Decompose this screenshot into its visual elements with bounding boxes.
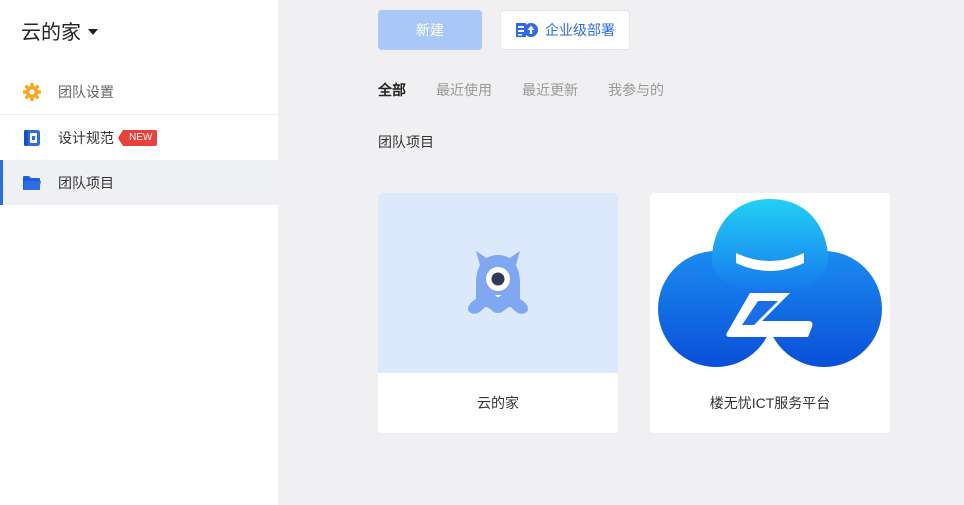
sidebar: 云的家 团队设置 设计规范 NEW 团队项目 [0,0,278,505]
team-switcher[interactable]: 云的家 [21,16,98,45]
sidebar-item-label: 团队设置 [58,84,114,100]
sidebar-item-label: 团队项目 [58,174,114,191]
tab-participated[interactable]: 我参与的 [608,80,664,100]
tab-recent-updated[interactable]: 最近更新 [522,80,578,100]
sidebar-item-design-spec[interactable]: 设计规范 NEW [0,115,278,160]
sidebar-item-team-settings[interactable]: 团队设置 [0,70,278,115]
project-card[interactable]: 云的家 [378,193,618,433]
project-thumbnail [378,193,618,373]
section-title: 团队项目 [378,134,434,150]
tab-recent-used[interactable]: 最近使用 [436,80,492,100]
filter-tabs: 全部 最近使用 最近更新 我参与的 [378,80,694,100]
project-card[interactable]: 楼无忧ICT服务平台 [650,193,890,433]
new-button[interactable]: 新建 [378,10,482,50]
project-thumbnail [650,193,890,373]
project-title: 楼无忧ICT服务平台 [709,395,831,411]
design-spec-icon [22,128,42,148]
project-title: 云的家 [477,395,519,411]
cloud-logo-icon [658,199,882,367]
sidebar-item-label: 设计规范 [58,129,114,146]
sidebar-item-team-projects[interactable]: 团队项目 [0,160,278,205]
sidebar-nav: 团队设置 设计规范 NEW 团队项目 [0,70,278,205]
team-name: 云的家 [21,22,81,44]
enterprise-deploy-icon [516,23,538,37]
caret-down-icon [88,28,98,35]
folder-icon [22,173,42,193]
deploy-label: 企业级部署 [545,22,615,38]
tab-all[interactable]: 全部 [378,80,406,100]
new-badge: NEW [117,129,158,146]
monster-mascot-icon [468,251,528,314]
gear-icon [22,82,42,102]
enterprise-deploy-button[interactable]: 企业级部署 [500,10,630,50]
